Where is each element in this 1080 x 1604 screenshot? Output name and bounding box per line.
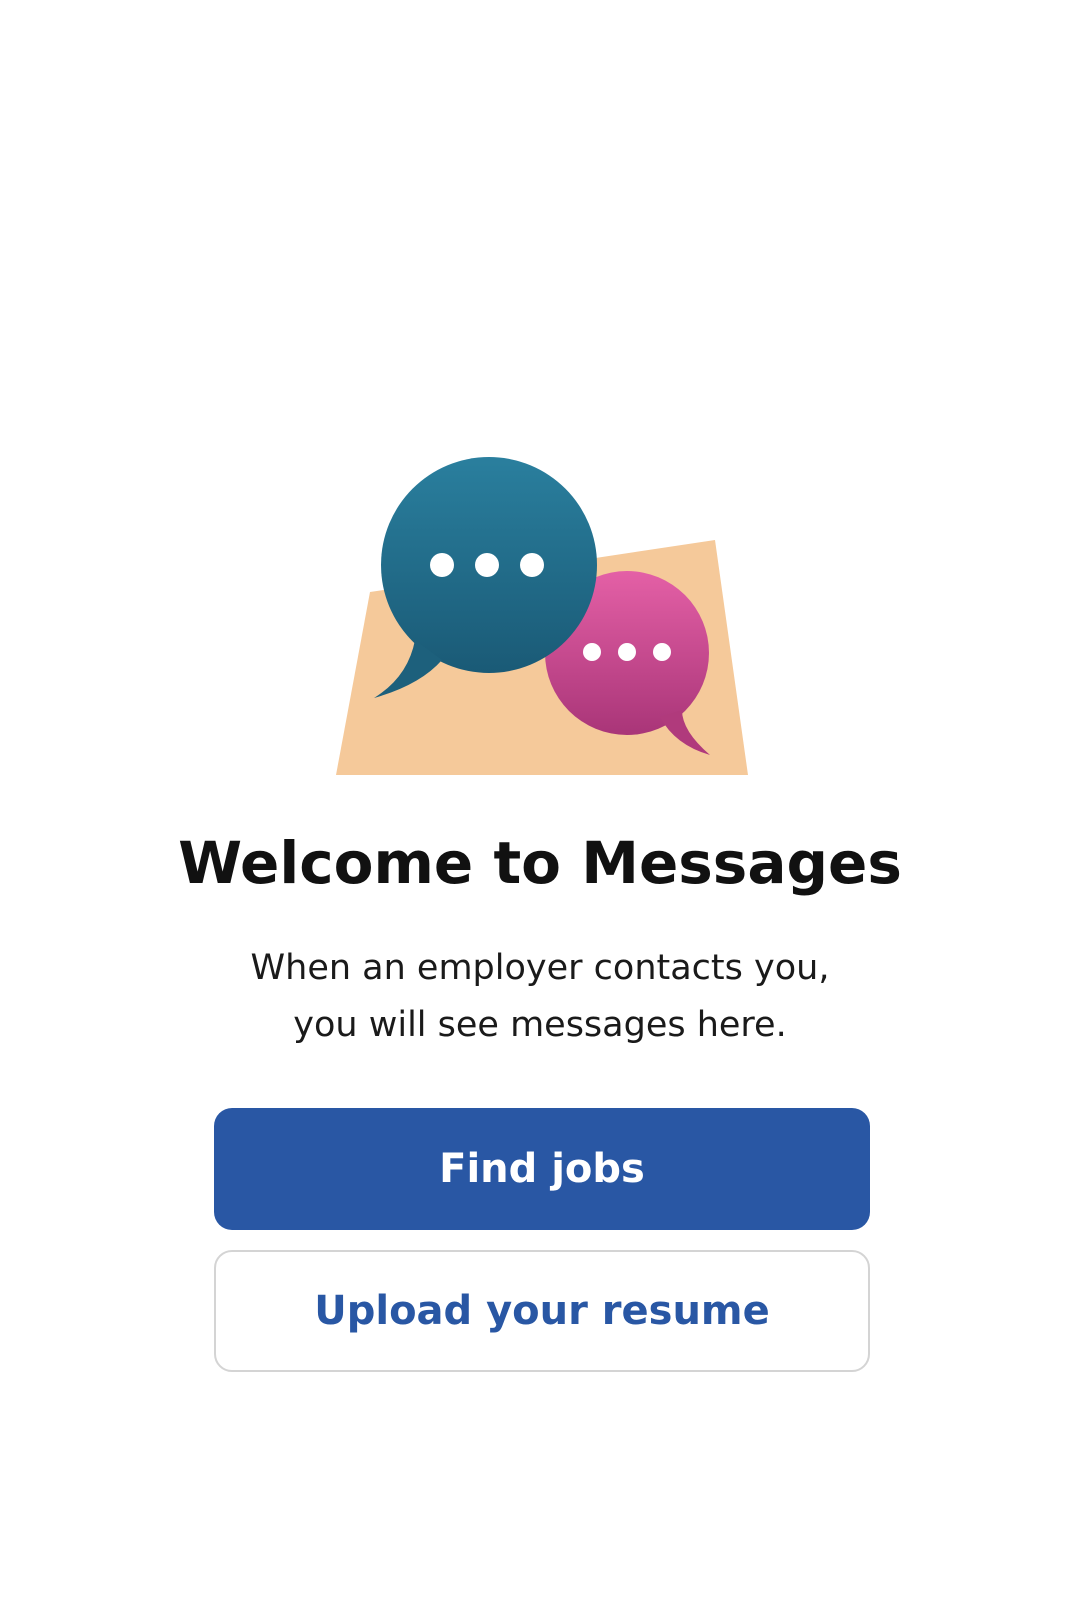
upload-resume-button[interactable]: Upload your resume — [214, 1250, 870, 1372]
chat-bubbles-illustration — [330, 455, 750, 780]
description-line-2: you will see messages here. — [293, 1005, 787, 1045]
empty-state-description: When an employer contacts you, you will … — [0, 940, 1080, 1054]
page-title: Welcome to Messages — [178, 829, 902, 897]
find-jobs-button[interactable]: Find jobs — [214, 1108, 870, 1230]
description-line-1: When an employer contacts you, — [250, 948, 830, 988]
